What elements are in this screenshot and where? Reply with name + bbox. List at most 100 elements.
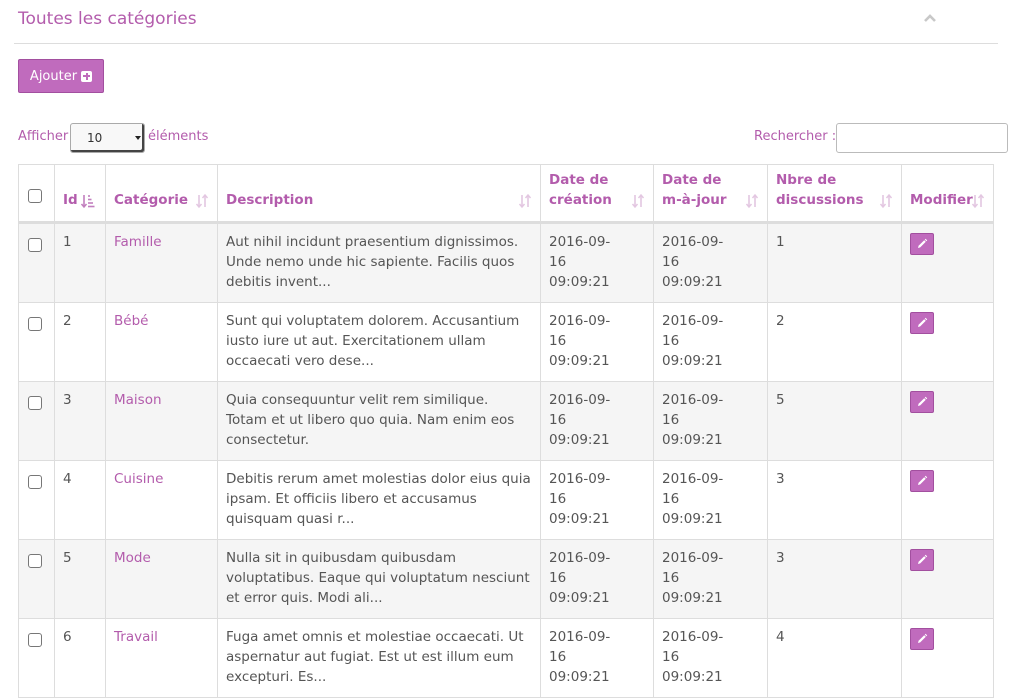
- cell-edit: [901, 222, 994, 303]
- edit-button[interactable]: [910, 312, 934, 334]
- chevron-up-icon[interactable]: [922, 12, 942, 28]
- edit-button[interactable]: [910, 628, 934, 650]
- cell-created: 2016-09-16 09:09:21: [540, 381, 654, 461]
- column-header-discussions[interactable]: Nbre de discussions: [767, 164, 902, 224]
- cell-discussions: 5: [767, 381, 902, 461]
- add-button-label: Ajouter: [29, 68, 78, 84]
- cell-updated: 2016-09-16 09:09:21: [653, 460, 768, 540]
- sort-icon: [971, 193, 985, 209]
- column-header-created[interactable]: Date de création: [540, 164, 654, 224]
- row-select-cell: [18, 539, 55, 619]
- sort-asc-icon: [81, 195, 95, 209]
- updated-date: 2016-09-16 09:09:21: [662, 550, 724, 606]
- cell-created: 2016-09-16 09:09:21: [540, 618, 654, 698]
- column-header-updated-label: Date de m-à-jour: [662, 172, 727, 208]
- sort-icon: [879, 193, 893, 209]
- edit-button[interactable]: [910, 549, 934, 571]
- updated-date: 2016-09-16 09:09:21: [662, 629, 724, 685]
- cell-description: Fuga amet omnis et molestiae occaecati. …: [217, 618, 541, 698]
- cell-id: 3: [54, 381, 106, 461]
- edit-button[interactable]: [910, 391, 934, 413]
- cell-updated: 2016-09-16 09:09:21: [653, 381, 768, 461]
- length-suffix: éléments: [148, 129, 209, 144]
- cell-description: Aut nihil incidunt praesentium dignissim…: [217, 222, 541, 303]
- row-checkbox[interactable]: [28, 633, 42, 647]
- category-link[interactable]: Famille: [114, 234, 162, 250]
- select-all-checkbox[interactable]: [28, 189, 42, 203]
- row-select-cell: [18, 302, 55, 382]
- row-select-cell: [18, 460, 55, 540]
- cell-description: Debitis rerum amet molestias dolor eius …: [217, 460, 541, 540]
- cell-id: 2: [54, 302, 106, 382]
- cell-id: 4: [54, 460, 106, 540]
- cell-edit: [901, 618, 994, 698]
- created-date: 2016-09-16 09:09:21: [549, 629, 611, 685]
- updated-date: 2016-09-16 09:09:21: [662, 392, 724, 448]
- cell-category: Mode: [105, 539, 218, 619]
- cell-discussions: 3: [767, 460, 902, 540]
- table-body: 1 Famille Aut nihil incidunt praesentium d…: [18, 222, 994, 698]
- category-link[interactable]: Cuisine: [114, 471, 163, 487]
- categories-table: Id Catégorie Description Date de créatio…: [18, 164, 994, 698]
- cell-edit: [901, 539, 994, 619]
- table-row: 4 Cuisine Debitis rerum amet molestias dol…: [18, 460, 994, 540]
- cell-category: Bébé: [105, 302, 218, 382]
- row-select-cell: [18, 222, 55, 303]
- created-date: 2016-09-16 09:09:21: [549, 550, 611, 606]
- cell-id: 6: [54, 618, 106, 698]
- row-select-cell: [18, 381, 55, 461]
- row-checkbox[interactable]: [28, 317, 42, 331]
- category-link[interactable]: Travail: [114, 629, 158, 645]
- category-link[interactable]: Maison: [114, 392, 162, 408]
- created-date: 2016-09-16 09:09:21: [549, 392, 611, 448]
- table-row: 1 Famille Aut nihil incidunt praesentium d…: [18, 222, 994, 303]
- cell-edit: [901, 460, 994, 540]
- sort-icon: [631, 193, 645, 209]
- cell-updated: 2016-09-16 09:09:21: [653, 618, 768, 698]
- cell-created: 2016-09-16 09:09:21: [540, 539, 654, 619]
- edit-button[interactable]: [910, 470, 934, 492]
- sort-icon: [745, 193, 759, 209]
- table-row: 2 Bébé Sunt qui voluptatem dolorem. Accusa…: [18, 302, 994, 382]
- length-prefix: Afficher: [18, 129, 69, 144]
- row-checkbox[interactable]: [28, 396, 42, 410]
- page-length-select[interactable]: 10: [70, 123, 145, 153]
- cell-category: Travail: [105, 618, 218, 698]
- column-header-updated[interactable]: Date de m-à-jour: [653, 164, 768, 224]
- row-checkbox[interactable]: [28, 475, 42, 489]
- page-length-value: 10: [87, 131, 103, 145]
- row-checkbox[interactable]: [28, 554, 42, 568]
- edit-button[interactable]: [910, 233, 934, 255]
- panel-header: Toutes les catégories: [14, 0, 998, 44]
- column-header-discussions-label: Nbre de discussions: [776, 172, 864, 208]
- column-header-id[interactable]: Id: [54, 164, 106, 224]
- cell-created: 2016-09-16 09:09:21: [540, 302, 654, 382]
- cell-discussions: 1: [767, 222, 902, 303]
- row-select-cell: [18, 618, 55, 698]
- column-header-category[interactable]: Catégorie: [105, 164, 218, 224]
- cell-updated: 2016-09-16 09:09:21: [653, 539, 768, 619]
- table-row: 3 Maison Quia consequuntur velit rem simil…: [18, 381, 994, 461]
- column-header-edit[interactable]: Modifier: [901, 164, 994, 224]
- cell-created: 2016-09-16 09:09:21: [540, 460, 654, 540]
- search-input[interactable]: [836, 123, 1008, 153]
- cell-discussions: 4: [767, 618, 902, 698]
- column-header-description-label: Description: [226, 192, 314, 208]
- cell-category: Cuisine: [105, 460, 218, 540]
- caret-down-icon: [135, 136, 141, 140]
- add-button[interactable]: Ajouter: [18, 59, 104, 93]
- cell-edit: [901, 302, 994, 382]
- column-header-description[interactable]: Description: [217, 164, 541, 224]
- cell-description: Sunt qui voluptatem dolorem. Accusantium…: [217, 302, 541, 382]
- plus-square-icon: [81, 70, 93, 82]
- table-row: 5 Mode Nulla sit in quibusdam quibusdam vo…: [18, 539, 994, 619]
- select-all-cell: [18, 164, 55, 224]
- updated-date: 2016-09-16 09:09:21: [662, 313, 724, 369]
- row-checkbox[interactable]: [28, 238, 42, 252]
- sort-icon: [195, 193, 209, 209]
- category-link[interactable]: Bébé: [114, 313, 148, 329]
- category-link[interactable]: Mode: [114, 550, 151, 566]
- updated-date: 2016-09-16 09:09:21: [662, 471, 724, 527]
- cell-discussions: 2: [767, 302, 902, 382]
- cell-category: Famille: [105, 222, 218, 303]
